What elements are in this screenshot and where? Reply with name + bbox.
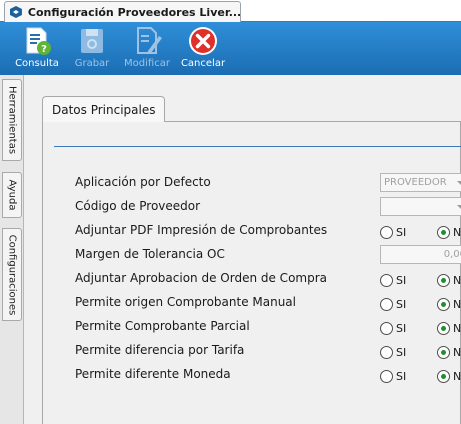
chevron-down-icon [457, 205, 461, 209]
adjuntar-aprobacion-label: Adjuntar Aprobacion de Orden de Compra [75, 271, 327, 285]
margen-value: 0,00 [443, 249, 461, 260]
diferencia-tarifa-si-radio[interactable]: SI [380, 344, 406, 360]
datos-principales-panel: Aplicación por Defecto PROVEEDOR Código … [42, 121, 461, 424]
diferente-moneda-si-radio[interactable]: SI [380, 368, 406, 384]
side-tab-bar: Herramientas Ayuda Configuraciones [0, 75, 24, 424]
radio-no-label: NO [453, 369, 461, 383]
aplicacion-value: PROVEEDOR [384, 177, 447, 188]
radio-circle [380, 297, 393, 311]
origen-manual-label: Permite origen Comprobante Manual [75, 295, 296, 309]
origen-manual-si-radio[interactable]: SI [380, 296, 406, 312]
radio-circle [380, 273, 393, 287]
adjuntar-pdf-si-radio[interactable]: SI [380, 224, 406, 240]
radio-no-label: NO [453, 273, 461, 287]
adjuntar-pdf-no-radio[interactable]: NO [437, 224, 461, 240]
modificar-button[interactable]: Modificar [122, 22, 172, 75]
diferente-moneda-label: Permite diferente Moneda [75, 367, 231, 381]
side-tab-configuraciones[interactable]: Configuraciones [2, 228, 22, 321]
radio-circle [380, 225, 393, 239]
codigo-label: Código de Proveedor [75, 199, 201, 213]
radio-no-label: NO [453, 225, 461, 239]
section-divider [54, 146, 461, 147]
radio-circle-selected [437, 273, 450, 287]
cancelar-label: Cancelar [180, 58, 226, 69]
radio-circle [380, 321, 393, 335]
radio-no-label: NO [453, 345, 461, 359]
radio-circle-selected [437, 345, 450, 359]
document-tab[interactable]: Configuración Proveedores Liver... [4, 1, 241, 22]
radio-no-label: NO [453, 297, 461, 311]
origen-manual-no-radio[interactable]: NO [437, 296, 461, 312]
grabar-button[interactable]: Grabar [72, 22, 112, 75]
radio-circle [380, 345, 393, 359]
codigo-select[interactable] [380, 197, 461, 216]
cancelar-button[interactable]: Cancelar [180, 22, 226, 75]
margen-label: Margen de Tolerancia OC [75, 247, 225, 261]
side-tab-ayuda[interactable]: Ayuda [2, 172, 22, 218]
aplicacion-label: Aplicación por Defecto [75, 175, 211, 189]
chevron-down-icon [457, 181, 461, 185]
comprobante-parcial-label: Permite Comprobante Parcial [75, 319, 250, 333]
side-tab-label: Configuraciones [6, 234, 18, 315]
side-tab-label: Herramientas [6, 85, 18, 155]
diferente-moneda-no-radio[interactable]: NO [437, 368, 461, 384]
adjuntar-pdf-label: Adjuntar PDF Impresión de Comprobantes [75, 223, 328, 237]
comprobante-parcial-si-radio[interactable]: SI [380, 320, 406, 336]
tab-datos-principales[interactable]: Datos Principales [42, 96, 165, 122]
toolbar: ? Consulta Grabar Modificar Cancelar [0, 22, 461, 75]
diferencia-tarifa-no-radio[interactable]: NO [437, 344, 461, 360]
radio-circle-selected [437, 321, 450, 335]
document-tab-title: Configuración Proveedores Liver... [27, 5, 240, 19]
save-icon [81, 29, 103, 53]
consulta-label: Consulta [15, 58, 59, 69]
diferencia-tarifa-label: Permite diferencia por Tarifa [75, 343, 245, 357]
modificar-label: Modificar [124, 58, 170, 69]
svg-text:?: ? [41, 44, 47, 55]
radio-si-label: SI [396, 369, 407, 383]
radio-si-label: SI [396, 345, 407, 359]
edit-document-icon [137, 27, 162, 54]
radio-si-label: SI [396, 273, 407, 287]
grabar-label: Grabar [74, 58, 110, 69]
document-tab-strip: Configuración Proveedores Liver... [0, 0, 461, 22]
radio-circle-selected [437, 369, 450, 383]
adjuntar-aprobacion-si-radio[interactable]: SI [380, 272, 406, 288]
side-tab-herramientas[interactable]: Herramientas [2, 79, 22, 161]
radio-circle-selected [437, 225, 450, 239]
aplicacion-select[interactable]: PROVEEDOR [380, 173, 461, 192]
consulta-button[interactable]: ? Consulta [14, 22, 60, 75]
cancel-icon [189, 27, 217, 55]
radio-circle [380, 369, 393, 383]
app-icon [9, 6, 22, 18]
margen-input[interactable]: 0,00 [380, 245, 461, 264]
radio-si-label: SI [396, 321, 407, 335]
comprobante-parcial-no-radio[interactable]: NO [437, 320, 461, 336]
radio-si-label: SI [396, 225, 407, 239]
adjuntar-aprobacion-no-radio[interactable]: NO [437, 272, 461, 288]
side-tab-label: Ayuda [6, 179, 18, 211]
radio-si-label: SI [396, 297, 407, 311]
tab-label: Datos Principales [52, 102, 156, 117]
document-search-icon: ? [26, 27, 51, 55]
main-content: Datos Principales Aplicación por Defecto… [24, 75, 461, 424]
radio-no-label: NO [453, 321, 461, 335]
radio-circle-selected [437, 297, 450, 311]
